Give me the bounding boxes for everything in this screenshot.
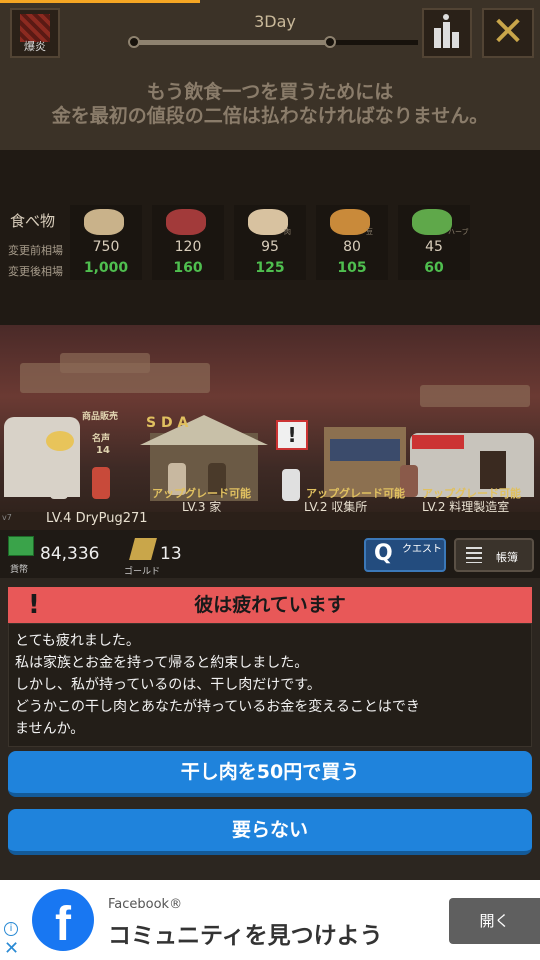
food-item: ハーブ 45 60 [398,205,470,280]
quest-icon: Q [374,541,393,566]
day-progress-fill [132,40,330,45]
explosion-label: 爆炎 [24,40,46,53]
cloud [420,385,530,407]
ranking-icon [434,14,459,48]
price-after: 60 [424,260,444,276]
price-before: 45 [425,239,443,255]
loading-bar [0,0,200,3]
ad-banner[interactable]: i ✕ f Facebook® コミュニティを見つけよう 開く [0,880,540,960]
price-before: 80 [343,239,361,255]
food-item: 肉 95 125 [234,205,306,280]
price-before: 750 [92,239,120,255]
quest-label: クエスト [402,544,442,555]
food-item: 豆 80 105 [316,205,388,280]
food-tag: ハーブ [448,228,469,236]
close-icon: ✕ [491,9,525,55]
player-level: LV.4 DryPug271 [46,511,148,526]
herb-icon [412,209,452,235]
food-tag: 豆 [366,228,373,236]
alert-bubble[interactable]: ! [276,420,308,450]
dialog-line: とても疲れました。 [15,633,140,649]
dialog-header: 彼は疲れています ! [8,587,532,623]
sales-sign: 商品販売 [82,412,119,422]
price-warning-line1: もう飲食一つを買うためには [146,81,394,103]
gold-amount: 13 [160,544,182,564]
cash-amount: 84,336 [40,544,100,564]
ad-info-icon[interactable]: i [4,922,18,936]
character[interactable] [50,467,68,499]
meat-icon [166,209,206,235]
food-tag: 肉 [284,228,291,236]
ledger-button[interactable]: 帳簿 [454,538,534,572]
resource-bar: 貨幣 84,336 ゴールド 13 Q クエスト 帳簿 [0,530,540,578]
top-bar: 爆炎 3Day ✕ もう飲食一つを買うためには 金を最初の値段の二倍は払わなけれ… [0,0,540,150]
ranking-button[interactable] [422,8,472,58]
gold-label: ゴールド [124,567,161,577]
market-title: 食べ物 [10,212,56,230]
food-item: 750 1,000 [70,205,142,280]
price-before-label: 変更前相場 [8,244,63,257]
town-scene[interactable]: 商品販売 名声 14 S D A ! アップグレード可能 アップグレード可能 ア… [0,325,540,530]
sun-icon [128,36,140,48]
close-button[interactable]: ✕ [482,8,534,58]
food-item: 120 160 [152,205,224,280]
food-market-panel: 食べ物 変更前相場 変更後相場 750 1,000 120 160 肉 95 125 豆 80 1… [0,150,540,325]
dialog-line: ませんか。 [15,721,85,737]
fried-food-icon [248,209,288,235]
price-after: 105 [337,260,367,276]
window [330,439,400,461]
cash-icon [8,536,34,556]
character[interactable] [282,469,300,501]
ledger-label: 帳簿 [496,551,518,564]
side-version: v7 [2,513,12,522]
beans-icon [330,209,370,235]
list-icon [466,547,482,563]
noodle-bowl-icon [84,209,124,235]
shop-building[interactable] [4,417,80,497]
facebook-logo-icon: f [32,889,94,951]
buy-jerky-button[interactable]: 干し肉を50円で買う [8,751,532,797]
cash-label: 貨幣 [10,565,29,575]
dialog-title: 彼は疲れています [194,594,346,616]
upgrade-needed-sign [412,435,464,449]
day-progress-track [132,40,418,45]
price-after: 125 [255,260,285,276]
ad-open-button[interactable]: 開く [449,898,540,944]
price-before: 120 [174,239,202,255]
decline-button[interactable]: 要らない [8,809,532,855]
price-after: 160 [173,260,203,276]
ad-brand: Facebook® [108,897,183,912]
quest-button[interactable]: Q クエスト [364,538,446,572]
ad-close-icon[interactable]: ✕ [4,938,19,959]
gold-bar-icon [129,538,157,560]
price-before: 95 [261,239,279,255]
price-after-label: 変更後相場 [8,265,63,278]
price-after: 1,000 [83,260,129,276]
fame-label: 名声 [92,434,111,444]
event-dialog: 彼は疲れています ! とても疲れました。 私は家族とお金を持って帰ると約束しまし… [0,578,540,880]
day-counter: 3Day [254,12,296,31]
door [480,451,506,489]
ad-headline: コミュニティを見つけよう [108,923,383,949]
fame-count: 14 [96,445,110,456]
dialog-line: しかし、私が持っているのは、干し肉だけです。 [15,677,321,693]
rank-letters: S D A [146,415,189,431]
cloud [60,353,150,373]
moon-icon [324,36,336,48]
dialog-line: 私は家族とお金を持って帰ると約束しました。 [15,655,309,671]
explosion-skill-button[interactable]: 爆炎 [10,8,60,58]
exclamation-icon: ! [28,590,40,620]
food-sign-icon [46,431,74,451]
dialog-body: とても疲れました。 私は家族とお金を持って帰ると約束しました。 しかし、私が持っ… [8,623,532,747]
character[interactable] [92,467,110,499]
dialog-line: どうかこの干し肉とあなたが持っているお金を変えることはでき [15,699,420,715]
price-warning-message: もう飲食一つを買うためには 金を最初の値段の二倍は払わなければなりません。 [0,80,540,128]
price-warning-line2: 金を最初の値段の二倍は払わなければなりません。 [51,105,489,127]
